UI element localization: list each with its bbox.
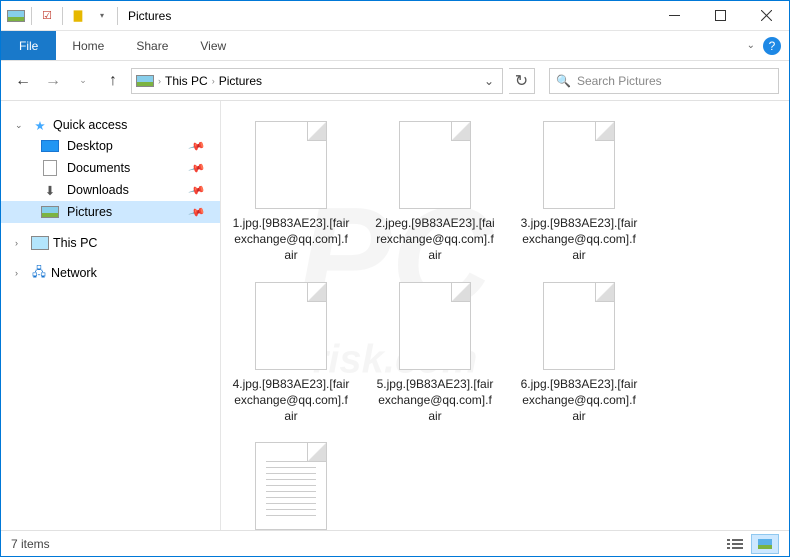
breadcrumb-this-pc[interactable]: This PC xyxy=(165,74,208,88)
file-name-label: 1.jpg.[9B83AE23].[fairexchange@qq.com].f… xyxy=(231,215,351,264)
ribbon: File Home Share View ⌄ ? xyxy=(1,31,789,61)
qat-folder-icon[interactable]: ▇ xyxy=(67,5,89,27)
file-name-label: 5.jpg.[9B83AE23].[fairexchange@qq.com].f… xyxy=(375,376,495,425)
blank-file-icon xyxy=(543,121,615,209)
chevron-right-icon[interactable]: › xyxy=(15,268,27,278)
address-folder-icon xyxy=(136,75,154,87)
file-item[interactable]: 3.jpg.[9B83AE23].[fairexchange@qq.com].f… xyxy=(519,121,639,264)
document-icon xyxy=(41,161,59,175)
navbar: ← → ⌄ ↑ › This PC › Pictures ⌄ ↻ 🔍 Searc… xyxy=(1,61,789,101)
files-pane[interactable]: 1.jpg.[9B83AE23].[fairexchange@qq.com].f… xyxy=(221,101,789,530)
window-title: Pictures xyxy=(124,9,171,23)
file-item[interactable]: 1.jpg.[9B83AE23].[fairexchange@qq.com].f… xyxy=(231,121,351,264)
sidebar-item-label: This PC xyxy=(53,236,97,250)
help-icon[interactable]: ? xyxy=(763,37,781,55)
sidebar-item-label: Documents xyxy=(67,161,130,175)
pin-icon: 📌 xyxy=(188,159,206,177)
sidebar-quick-access[interactable]: ⌄ ★ Quick access xyxy=(1,115,220,135)
status-items-count: 7 items xyxy=(11,537,50,551)
blank-file-icon xyxy=(543,282,615,370)
blank-file-icon xyxy=(255,282,327,370)
view-icons-button[interactable] xyxy=(751,534,779,554)
close-button[interactable] xyxy=(743,1,789,31)
file-item[interactable]: 2.jpeg.[9B83AE23].[fairexchange@qq.com].… xyxy=(375,121,495,264)
address-bar[interactable]: › This PC › Pictures ⌄ xyxy=(131,68,503,94)
file-item[interactable]: 6.jpg.[9B83AE23].[fairexchange@qq.com].f… xyxy=(519,282,639,425)
sidebar-item-label: Desktop xyxy=(67,139,113,153)
search-input[interactable]: 🔍 Search Pictures xyxy=(549,68,779,94)
sidebar: ⌄ ★ Quick access Desktop 📌 Documents 📌 ⬇… xyxy=(1,101,221,530)
sidebar-item-label: Pictures xyxy=(67,205,112,219)
blank-file-icon xyxy=(255,121,327,209)
pin-icon: 📌 xyxy=(188,203,206,221)
file-name-label: 2.jpeg.[9B83AE23].[fairexchange@qq.com].… xyxy=(375,215,495,264)
refresh-button[interactable]: ↻ xyxy=(509,68,535,94)
network-icon: 🖧 xyxy=(31,266,47,280)
pin-icon: 📌 xyxy=(188,137,206,155)
maximize-button[interactable] xyxy=(697,1,743,31)
sidebar-this-pc[interactable]: › This PC xyxy=(1,233,220,253)
app-icon xyxy=(5,5,27,27)
blank-file-icon xyxy=(399,121,471,209)
qat-dropdown-icon[interactable]: ▾ xyxy=(91,5,113,27)
status-bar: 7 items xyxy=(1,530,789,556)
sidebar-network[interactable]: › 🖧 Network xyxy=(1,263,220,283)
chevron-right-icon[interactable]: › xyxy=(212,76,215,86)
file-item[interactable]: 5.jpg.[9B83AE23].[fairexchange@qq.com].f… xyxy=(375,282,495,425)
minimize-button[interactable] xyxy=(651,1,697,31)
file-tab[interactable]: File xyxy=(1,31,56,60)
tab-home[interactable]: Home xyxy=(56,31,120,60)
file-name-label: 3.jpg.[9B83AE23].[fairexchange@qq.com].f… xyxy=(519,215,639,264)
sidebar-item-label: Quick access xyxy=(53,118,127,132)
address-dropdown-icon[interactable]: ⌄ xyxy=(480,74,498,88)
download-icon: ⬇ xyxy=(41,183,59,197)
search-placeholder: Search Pictures xyxy=(577,74,662,88)
file-name-label: 6.jpg.[9B83AE23].[fairexchange@qq.com].f… xyxy=(519,376,639,425)
tab-view[interactable]: View xyxy=(184,31,242,60)
breadcrumb-pictures[interactable]: Pictures xyxy=(219,74,262,88)
chevron-down-icon[interactable]: ⌄ xyxy=(15,120,27,131)
titlebar: ☑ ▇ ▾ Pictures xyxy=(1,1,789,31)
chevron-right-icon[interactable]: › xyxy=(158,76,161,86)
sidebar-item-label: Network xyxy=(51,266,97,280)
sidebar-item-pictures[interactable]: Pictures 📌 xyxy=(1,201,220,223)
sidebar-item-desktop[interactable]: Desktop 📌 xyxy=(1,135,220,157)
sidebar-item-downloads[interactable]: ⬇ Downloads 📌 xyxy=(1,179,220,201)
chevron-right-icon[interactable]: › xyxy=(15,238,27,248)
pin-icon: 📌 xyxy=(188,181,206,199)
sidebar-item-label: Downloads xyxy=(67,183,129,197)
up-button[interactable]: ↑ xyxy=(101,69,125,93)
tab-share[interactable]: Share xyxy=(120,31,184,60)
pc-icon xyxy=(31,236,49,250)
pictures-icon xyxy=(41,205,59,219)
forward-button[interactable]: → xyxy=(41,69,65,93)
back-button[interactable]: ← xyxy=(11,69,35,93)
file-name-label: 4.jpg.[9B83AE23].[fairexchange@qq.com].f… xyxy=(231,376,351,425)
blank-file-icon xyxy=(399,282,471,370)
file-item[interactable]: 4.jpg.[9B83AE23].[fairexchange@qq.com].f… xyxy=(231,282,351,425)
sidebar-item-documents[interactable]: Documents 📌 xyxy=(1,157,220,179)
text-file-icon xyxy=(255,442,327,530)
recent-dropdown-icon[interactable]: ⌄ xyxy=(71,69,95,93)
view-details-button[interactable] xyxy=(721,534,749,554)
star-icon: ★ xyxy=(31,118,49,132)
ribbon-expand-icon[interactable]: ⌄ xyxy=(747,40,755,51)
qat-properties-icon[interactable]: ☑ xyxy=(36,5,58,27)
search-icon: 🔍 xyxy=(556,74,571,88)
desktop-icon xyxy=(41,139,59,153)
